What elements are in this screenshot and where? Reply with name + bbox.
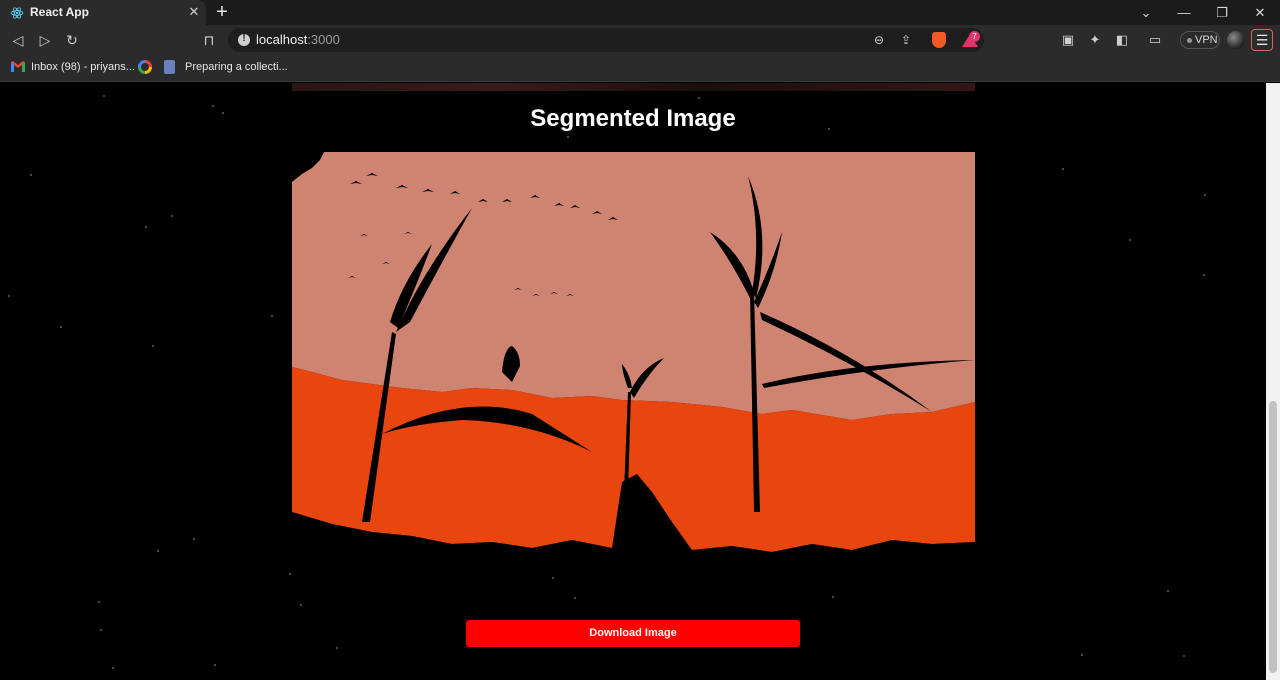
star-dot [98, 601, 100, 603]
tab-title: React App [30, 5, 89, 19]
rewards-badge: 7 [969, 31, 980, 42]
star-dot [552, 577, 554, 579]
star-dot [8, 295, 10, 297]
star-dot [1183, 655, 1185, 657]
star-dot [171, 215, 173, 217]
extension-app-icon[interactable]: ▣ [1059, 31, 1077, 49]
page-title: Segmented Image [530, 105, 736, 132]
google-icon[interactable] [138, 60, 152, 74]
star-dot [145, 226, 147, 228]
wallet-icon[interactable]: ▭ [1146, 31, 1164, 49]
site-info-icon[interactable] [238, 33, 250, 46]
gmail-icon [11, 61, 25, 72]
sidebar-icon[interactable]: ◧ [1113, 31, 1131, 49]
new-tab-button[interactable]: + [212, 2, 232, 22]
star-dot [271, 315, 273, 317]
close-tab-icon[interactable]: ✕ [186, 4, 202, 20]
scrollbar-thumb[interactable] [1269, 401, 1277, 673]
star-dot [567, 136, 569, 138]
star-dot [698, 97, 700, 99]
restore-button[interactable]: ❐ [1202, 0, 1242, 25]
download-image-button[interactable]: Download Image [466, 620, 800, 647]
previous-image-edge [292, 83, 975, 91]
page-content: Segmented Image Download Image [0, 83, 1266, 680]
star-dot [152, 345, 154, 347]
address-url: localhost:3000 [256, 32, 340, 47]
menu-button[interactable]: ☰ [1251, 29, 1273, 51]
minimize-button[interactable]: — [1164, 0, 1204, 25]
zoom-icon[interactable]: ⊖ [871, 32, 887, 48]
star-dot [574, 597, 576, 599]
star-dot [1203, 274, 1205, 276]
star-dot [832, 596, 834, 598]
star-dot [289, 573, 291, 575]
address-bar[interactable]: localhost:3000 ⊖ ⇪ [228, 28, 984, 52]
star-dot [1167, 590, 1169, 592]
share-icon[interactable]: ⇪ [898, 32, 914, 48]
close-window-button[interactable]: ✕ [1240, 0, 1280, 25]
star-dot [30, 174, 32, 176]
star-dot [214, 664, 216, 666]
star-dot [193, 538, 195, 540]
star-dot [336, 647, 338, 649]
extensions-icon[interactable]: ✦ [1086, 31, 1104, 49]
doc-icon [164, 60, 175, 74]
page-scrollbar[interactable] [1266, 83, 1280, 680]
bookmarks-bar: Inbox (98) - priyans... Preparing a coll… [0, 55, 1280, 82]
back-button[interactable]: ◁ [7, 29, 29, 51]
star-dot [300, 604, 302, 606]
vpn-button[interactable]: VPN [1180, 31, 1220, 49]
star-dot [60, 326, 62, 328]
tab-bar: React App ✕ + ⌄ — ❐ ✕ [0, 0, 1280, 25]
star-dot [112, 667, 114, 669]
star-dot [103, 95, 105, 97]
star-dot [100, 629, 102, 631]
star-dot [1204, 194, 1206, 196]
star-dot [157, 550, 159, 552]
tab-search-icon[interactable]: ⌄ [1126, 0, 1166, 25]
star-dot [1062, 168, 1064, 170]
bookmark-icon[interactable]: ⊓ [198, 29, 220, 51]
forward-button[interactable]: ▷ [34, 29, 56, 51]
reload-button[interactable]: ↻ [61, 29, 83, 51]
bookmark-preparing[interactable]: Preparing a collecti... [185, 61, 288, 73]
profile-icon[interactable] [1227, 31, 1245, 49]
segmented-image [292, 152, 975, 576]
star-dot [1129, 239, 1131, 241]
brave-shields-icon[interactable] [932, 32, 946, 48]
star-dot [1081, 654, 1083, 656]
bookmark-inbox[interactable]: Inbox (98) - priyans... [31, 61, 135, 73]
react-icon [10, 7, 24, 19]
browser-tab[interactable]: React App ✕ [0, 0, 206, 25]
